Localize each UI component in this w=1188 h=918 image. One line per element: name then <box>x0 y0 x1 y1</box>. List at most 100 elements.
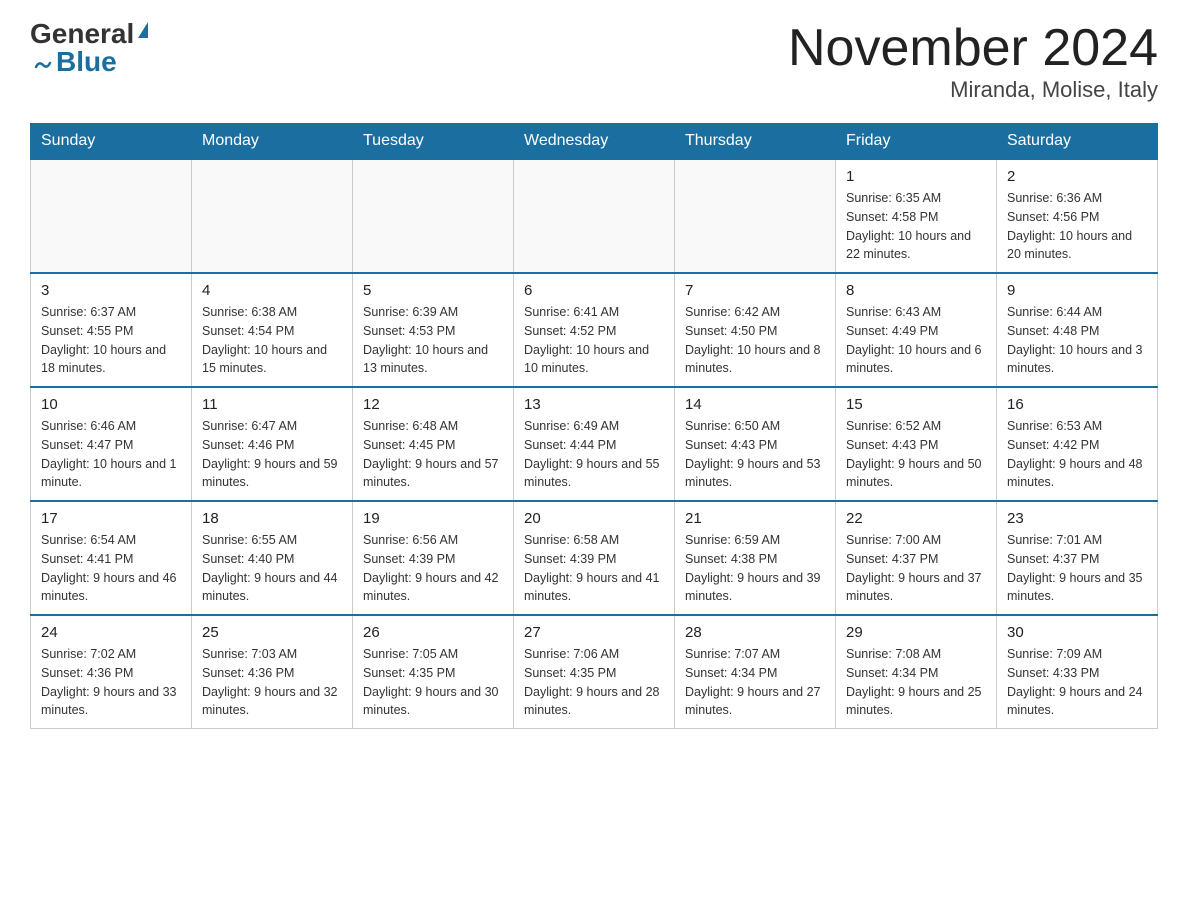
calendar-cell: 24 Sunrise: 7:02 AM Sunset: 4:36 PM Dayli… <box>31 615 192 729</box>
day-info: Sunrise: 6:52 AM Sunset: 4:43 PM Dayligh… <box>846 417 986 492</box>
day-info: Sunrise: 6:38 AM Sunset: 4:54 PM Dayligh… <box>202 303 342 378</box>
day-number: 16 <box>1007 396 1147 413</box>
day-number: 21 <box>685 510 825 527</box>
day-number: 26 <box>363 624 503 641</box>
day-info: Sunrise: 6:44 AM Sunset: 4:48 PM Dayligh… <box>1007 303 1147 378</box>
calendar-cell: 19Sunrise: 6:56 AM Sunset: 4:39 PM Dayli… <box>353 501 514 615</box>
day-number: 13 <box>524 396 664 413</box>
day-number: 20 <box>524 510 664 527</box>
week-row-4: 17 Sunrise: 6:54 AM Sunset: 4:41 PM Dayli… <box>31 501 1158 615</box>
day-info: Sunrise: 6:43 AM Sunset: 4:49 PM Dayligh… <box>846 303 986 378</box>
day-header-sunday: Sunday <box>31 124 192 160</box>
calendar-cell: 27Sunrise: 7:06 AM Sunset: 4:35 PM Dayli… <box>514 615 675 729</box>
calendar-cell <box>353 159 514 273</box>
day-number: 28 <box>685 624 825 641</box>
calendar-cell: 2 Sunrise: 6:36 AM Sunset: 4:56 PM Daylig… <box>997 159 1158 273</box>
day-number: 29 <box>846 624 986 641</box>
day-info: Sunrise: 6:37 AM Sunset: 4:55 PM Dayligh… <box>41 303 181 378</box>
day-number: 10 <box>41 396 181 413</box>
day-info: Sunrise: 6:50 AM Sunset: 4:43 PM Dayligh… <box>685 417 825 492</box>
day-info: Sunrise: 6:59 AM Sunset: 4:38 PM Dayligh… <box>685 531 825 606</box>
calendar-table: SundayMondayTuesdayWednesdayThursdayFrid… <box>30 123 1158 729</box>
calendar-title: November 2024 <box>788 20 1158 77</box>
day-info: Sunrise: 6:42 AM Sunset: 4:50 PM Dayligh… <box>685 303 825 378</box>
calendar-cell: 10 Sunrise: 6:46 AM Sunset: 4:47 PM Dayli… <box>31 387 192 501</box>
day-info: Sunrise: 6:35 AM Sunset: 4:58 PM Dayligh… <box>846 189 986 264</box>
day-info: Sunrise: 6:36 AM Sunset: 4:56 PM Dayligh… <box>1007 189 1147 264</box>
calendar-cell: 29 Sunrise: 7:08 AM Sunset: 4:34 PM Dayli… <box>836 615 997 729</box>
calendar-header-row: SundayMondayTuesdayWednesdayThursdayFrid… <box>31 124 1158 160</box>
calendar-cell: 17 Sunrise: 6:54 AM Sunset: 4:41 PM Dayli… <box>31 501 192 615</box>
calendar-cell: 11 Sunrise: 6:47 AM Sunset: 4:46 PM Dayli… <box>192 387 353 501</box>
day-number: 7 <box>685 282 825 299</box>
calendar-cell: 23 Sunrise: 7:01 AM Sunset: 4:37 PM Dayli… <box>997 501 1158 615</box>
day-info: Sunrise: 6:54 AM Sunset: 4:41 PM Dayligh… <box>41 531 181 606</box>
calendar-cell <box>192 159 353 273</box>
day-info: Sunrise: 6:41 AM Sunset: 4:52 PM Dayligh… <box>524 303 664 378</box>
day-number: 18 <box>202 510 342 527</box>
day-header-tuesday: Tuesday <box>353 124 514 160</box>
day-header-wednesday: Wednesday <box>514 124 675 160</box>
day-info: Sunrise: 6:56 AM Sunset: 4:39 PM Dayligh… <box>363 531 503 606</box>
logo-general-text: General <box>30 20 134 48</box>
day-number: 3 <box>41 282 181 299</box>
calendar-cell: 14Sunrise: 6:50 AM Sunset: 4:43 PM Dayli… <box>675 387 836 501</box>
calendar-cell: 13 Sunrise: 6:49 AM Sunset: 4:44 PM Dayli… <box>514 387 675 501</box>
week-row-2: 3 Sunrise: 6:37 AM Sunset: 4:55 PM Daylig… <box>31 273 1158 387</box>
day-info: Sunrise: 6:53 AM Sunset: 4:42 PM Dayligh… <box>1007 417 1147 492</box>
calendar-cell: 5 Sunrise: 6:39 AM Sunset: 4:53 PM Daylig… <box>353 273 514 387</box>
day-number: 5 <box>363 282 503 299</box>
calendar-cell: 12 Sunrise: 6:48 AM Sunset: 4:45 PM Dayli… <box>353 387 514 501</box>
day-info: Sunrise: 6:46 AM Sunset: 4:47 PM Dayligh… <box>41 417 181 492</box>
calendar-cell <box>675 159 836 273</box>
day-number: 12 <box>363 396 503 413</box>
day-number: 4 <box>202 282 342 299</box>
calendar-cell: 20Sunrise: 6:58 AM Sunset: 4:39 PM Dayli… <box>514 501 675 615</box>
calendar-cell: 9 Sunrise: 6:44 AM Sunset: 4:48 PM Daylig… <box>997 273 1158 387</box>
calendar-cell: 21 Sunrise: 6:59 AM Sunset: 4:38 PM Dayli… <box>675 501 836 615</box>
day-info: Sunrise: 6:39 AM Sunset: 4:53 PM Dayligh… <box>363 303 503 378</box>
day-info: Sunrise: 7:00 AM Sunset: 4:37 PM Dayligh… <box>846 531 986 606</box>
page-header: General Blue November 2024 Miranda, Moli… <box>30 20 1158 103</box>
calendar-cell: 6 Sunrise: 6:41 AM Sunset: 4:52 PM Daylig… <box>514 273 675 387</box>
day-info: Sunrise: 7:06 AM Sunset: 4:35 PM Dayligh… <box>524 645 664 720</box>
calendar-cell <box>514 159 675 273</box>
calendar-cell: 28Sunrise: 7:07 AM Sunset: 4:34 PM Dayli… <box>675 615 836 729</box>
day-number: 8 <box>846 282 986 299</box>
day-info: Sunrise: 7:01 AM Sunset: 4:37 PM Dayligh… <box>1007 531 1147 606</box>
logo: General Blue <box>30 20 148 76</box>
day-info: Sunrise: 6:49 AM Sunset: 4:44 PM Dayligh… <box>524 417 664 492</box>
day-number: 22 <box>846 510 986 527</box>
day-info: Sunrise: 6:47 AM Sunset: 4:46 PM Dayligh… <box>202 417 342 492</box>
logo-wave-icon <box>34 53 52 71</box>
day-header-monday: Monday <box>192 124 353 160</box>
calendar-cell: 4 Sunrise: 6:38 AM Sunset: 4:54 PM Daylig… <box>192 273 353 387</box>
day-number: 23 <box>1007 510 1147 527</box>
calendar-cell: 15 Sunrise: 6:52 AM Sunset: 4:43 PM Dayli… <box>836 387 997 501</box>
day-info: Sunrise: 6:48 AM Sunset: 4:45 PM Dayligh… <box>363 417 503 492</box>
day-info: Sunrise: 7:03 AM Sunset: 4:36 PM Dayligh… <box>202 645 342 720</box>
day-number: 24 <box>41 624 181 641</box>
calendar-cell: 16 Sunrise: 6:53 AM Sunset: 4:42 PM Dayli… <box>997 387 1158 501</box>
calendar-cell: 7 Sunrise: 6:42 AM Sunset: 4:50 PM Daylig… <box>675 273 836 387</box>
day-number: 2 <box>1007 168 1147 185</box>
day-info: Sunrise: 7:08 AM Sunset: 4:34 PM Dayligh… <box>846 645 986 720</box>
day-number: 25 <box>202 624 342 641</box>
calendar-cell: 8 Sunrise: 6:43 AM Sunset: 4:49 PM Daylig… <box>836 273 997 387</box>
day-number: 17 <box>41 510 181 527</box>
day-info: Sunrise: 7:05 AM Sunset: 4:35 PM Dayligh… <box>363 645 503 720</box>
day-info: Sunrise: 7:02 AM Sunset: 4:36 PM Dayligh… <box>41 645 181 720</box>
day-info: Sunrise: 7:09 AM Sunset: 4:33 PM Dayligh… <box>1007 645 1147 720</box>
day-number: 6 <box>524 282 664 299</box>
day-header-thursday: Thursday <box>675 124 836 160</box>
logo-triangle-icon <box>138 22 148 38</box>
calendar-cell: 18 Sunrise: 6:55 AM Sunset: 4:40 PM Dayli… <box>192 501 353 615</box>
day-info: Sunrise: 6:55 AM Sunset: 4:40 PM Dayligh… <box>202 531 342 606</box>
day-number: 11 <box>202 396 342 413</box>
day-header-friday: Friday <box>836 124 997 160</box>
day-number: 15 <box>846 396 986 413</box>
calendar-subtitle: Miranda, Molise, Italy <box>788 77 1158 103</box>
title-block: November 2024 Miranda, Molise, Italy <box>788 20 1158 103</box>
day-number: 9 <box>1007 282 1147 299</box>
day-header-saturday: Saturday <box>997 124 1158 160</box>
